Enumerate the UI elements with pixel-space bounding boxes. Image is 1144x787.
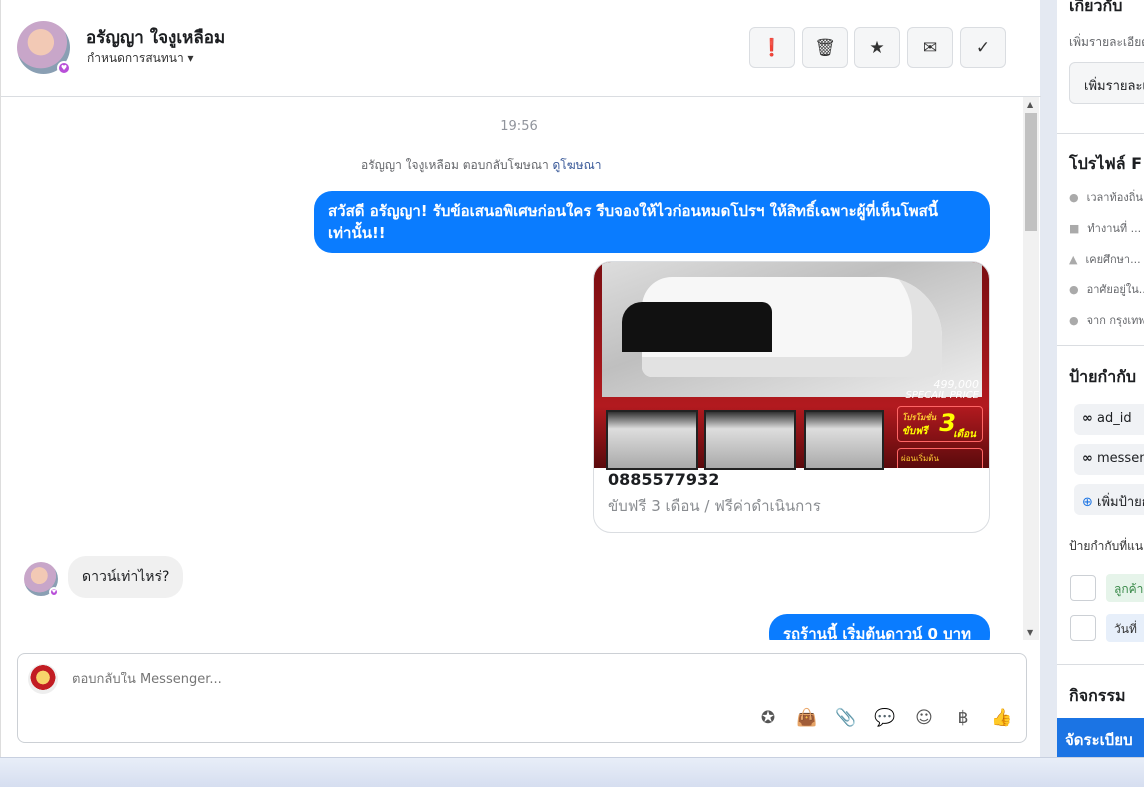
promo2: ผ่อนเริ่มต้น bbox=[897, 448, 983, 468]
like-icon[interactable]: 👍 bbox=[990, 706, 1014, 730]
ad-reply-note: อรัญญา ใจงูเหลือม ตอบกลับโฆษณา ดูโฆษณา bbox=[361, 156, 601, 175]
ad-phone: 0885577932 bbox=[608, 470, 720, 489]
ad-thumb bbox=[606, 410, 698, 470]
briefcase-icon: ■ bbox=[1069, 222, 1080, 235]
clock-icon: ● bbox=[1069, 191, 1079, 204]
tag-chip[interactable]: ∞ ad_id bbox=[1074, 404, 1144, 435]
add-tag-button[interactable]: ⊕ เพิ่มป้ายกำกับ bbox=[1074, 484, 1144, 515]
suggested-label: วันที่ bbox=[1106, 614, 1144, 642]
ad-description: ขับฟรี 3 เดือน / ฟรีค่าดำเนินการ bbox=[608, 497, 821, 515]
delete-button[interactable]: 🗑 bbox=[802, 27, 848, 68]
profile-item-text: เคยศึกษา... bbox=[1085, 253, 1141, 266]
check-icon: ✓ bbox=[975, 37, 991, 58]
location-icon: ● bbox=[1069, 314, 1079, 327]
composer-toolbar: ✪ 👜 📎 💬 ☺ ฿ 👍 bbox=[756, 706, 1014, 730]
timestamp: 19:56 bbox=[500, 119, 538, 134]
ad-thumb bbox=[804, 410, 884, 470]
page-avatar bbox=[28, 664, 58, 694]
profile-item-text: เวลาท้องถิ่น bbox=[1086, 191, 1143, 204]
outgoing-message: รถร้านนี้ เริ่มต้นดาวน์ 0 บาท bbox=[769, 614, 990, 640]
profile-item: ■ ทำงานที่ ... bbox=[1069, 219, 1141, 237]
add-tag-label: เพิ่มป้ายกำกับ bbox=[1097, 495, 1144, 510]
outgoing-message: สวัสดี อรัญญา! รับข้อเสนอพิเศษก่อนใคร รี… bbox=[314, 191, 990, 253]
ad-card[interactable]: 499,000 SPECAIL PRICE โปรโมชั่น ขับฟรี 3 เดื… bbox=[593, 261, 990, 533]
location-icon: ● bbox=[1069, 283, 1079, 296]
meta-icon: ∞ bbox=[1082, 451, 1093, 466]
profile-item: ● จาก กรุงเทพ bbox=[1069, 311, 1144, 329]
reply-input[interactable] bbox=[72, 672, 672, 687]
baht-icon[interactable]: ฿ bbox=[951, 706, 975, 730]
promo-unit: เดือน bbox=[953, 429, 976, 440]
profile-item: ● อาศัยอยู่ใน... bbox=[1069, 280, 1144, 298]
add-details-button[interactable]: เพิ่มรายละเอียด bbox=[1069, 62, 1144, 104]
ad-image: 499,000 SPECAIL PRICE โปรโมชั่น ขับฟรี 3 เดื… bbox=[594, 262, 989, 470]
profile-item-text: จาก กรุงเทพ bbox=[1086, 314, 1144, 327]
divider bbox=[1057, 345, 1144, 346]
attach-icon[interactable]: 📎 bbox=[834, 706, 858, 730]
profile-item: ● เวลาท้องถิ่น bbox=[1069, 188, 1143, 206]
heart-badge-icon: ♥ bbox=[49, 587, 59, 597]
ad-price: 499,000 SPECAIL PRICE bbox=[906, 379, 979, 401]
conversation-panel: ♥ อรัญญา ใจงูเหลือม กำหนดการสนทนา ▾ ❗ 🗑 … bbox=[0, 0, 1041, 757]
heart-badge-icon: ♥ bbox=[57, 61, 71, 75]
composer: ✪ 👜 📎 💬 ☺ ฿ 👍 bbox=[17, 653, 1027, 743]
promo-text: ขับฟรี bbox=[902, 426, 928, 437]
incoming-message: ดาวน์เท่าไหร่? bbox=[68, 556, 184, 598]
mark-unread-button[interactable]: ✉ bbox=[907, 27, 953, 68]
car-photo bbox=[602, 262, 982, 397]
suggested-label: ลูกค้า bbox=[1106, 574, 1144, 602]
promo-box: โปรโมชั่น ขับฟรี 3 เดือน bbox=[897, 406, 983, 442]
conversation-header: ♥ อรัญญา ใจงูเหลือม กำหนดการสนทนา ▾ ❗ 🗑 … bbox=[1, 0, 1041, 97]
suggested-title: ป้ายกำกับที่แนะนำ bbox=[1069, 539, 1144, 553]
saved-reply-icon[interactable]: ✪ bbox=[756, 706, 780, 730]
trash-icon: 🗑 bbox=[814, 37, 836, 58]
spam-button[interactable]: ❗ bbox=[749, 27, 795, 68]
profile-item-text: อาศัยอยู่ใน... bbox=[1086, 283, 1144, 296]
sender-avatar: ♥ bbox=[24, 562, 59, 597]
divider bbox=[1057, 664, 1144, 665]
about-title: เกี่ยวกับ bbox=[1069, 0, 1123, 15]
message-list: 19:56 อรัญญา ใจงูเหลือม ตอบกลับโฆษณา ดูโ… bbox=[1, 97, 1023, 640]
scroll-thumb[interactable] bbox=[1025, 113, 1037, 231]
tag-chip[interactable]: ∞ messenger bbox=[1074, 444, 1144, 475]
mail-icon: ✉ bbox=[922, 37, 938, 58]
contact-name: อรัญญา ใจงูเหลือม bbox=[86, 28, 226, 48]
labels-title: ป้ายกำกับ bbox=[1069, 367, 1137, 386]
truck-hood bbox=[622, 302, 772, 352]
tag-label: ad_id bbox=[1096, 411, 1132, 426]
reply-note-text: อรัญญา ใจงูเหลือม ตอบกลับโฆษณา bbox=[361, 158, 549, 172]
chat-scrollbar[interactable]: ▲ ▼ bbox=[1023, 97, 1039, 640]
about-hint: เพิ่มรายละเอียด bbox=[1069, 35, 1144, 49]
scroll-up-icon[interactable]: ▲ bbox=[1027, 100, 1033, 109]
activity-title: กิจกรรม bbox=[1069, 686, 1126, 705]
contact-avatar[interactable]: ♥ bbox=[17, 21, 71, 75]
chat-dots-icon[interactable]: 💬 bbox=[873, 706, 897, 730]
alert-icon: ❗ bbox=[761, 37, 783, 58]
profile-item: ▲ เคยศึกษา... bbox=[1069, 250, 1141, 268]
price-value: 499,000 bbox=[933, 378, 980, 391]
tag-label: messenger bbox=[1096, 451, 1144, 466]
view-ad-link[interactable]: ดูโฆษณา bbox=[553, 158, 602, 172]
profile-item-text: ทำงานที่ ... bbox=[1087, 222, 1142, 235]
plus-circle-icon: ⊕ bbox=[1082, 495, 1093, 510]
conversation-settings-dropdown[interactable]: กำหนดการสนทนา ▾ bbox=[87, 49, 194, 68]
star-button[interactable]: ★ bbox=[854, 27, 900, 68]
organize-button[interactable]: จัดระเบียบ bbox=[1057, 718, 1144, 757]
contact-details-panel: เกี่ยวกับ เพิ่มรายละเอียด เพิ่มรายละเอีย… bbox=[1057, 0, 1144, 757]
shop-bag-icon[interactable]: 👜 bbox=[795, 706, 819, 730]
graduation-icon: ▲ bbox=[1069, 253, 1078, 266]
star-icon: ★ bbox=[869, 37, 885, 58]
mark-done-button[interactable]: ✓ bbox=[960, 27, 1006, 68]
scroll-down-icon[interactable]: ▼ bbox=[1027, 628, 1033, 637]
divider bbox=[1057, 133, 1144, 134]
ad-thumb bbox=[704, 410, 796, 470]
emoji-icon[interactable]: ☺ bbox=[912, 706, 936, 730]
taskbar bbox=[0, 757, 1144, 787]
price-label: SPECAIL PRICE bbox=[905, 390, 979, 401]
meta-icon: ∞ bbox=[1082, 411, 1093, 426]
suggested-checkbox[interactable] bbox=[1070, 615, 1096, 641]
profile-title: โปรไฟล์ F bbox=[1069, 154, 1143, 173]
suggested-checkbox[interactable] bbox=[1070, 575, 1096, 601]
